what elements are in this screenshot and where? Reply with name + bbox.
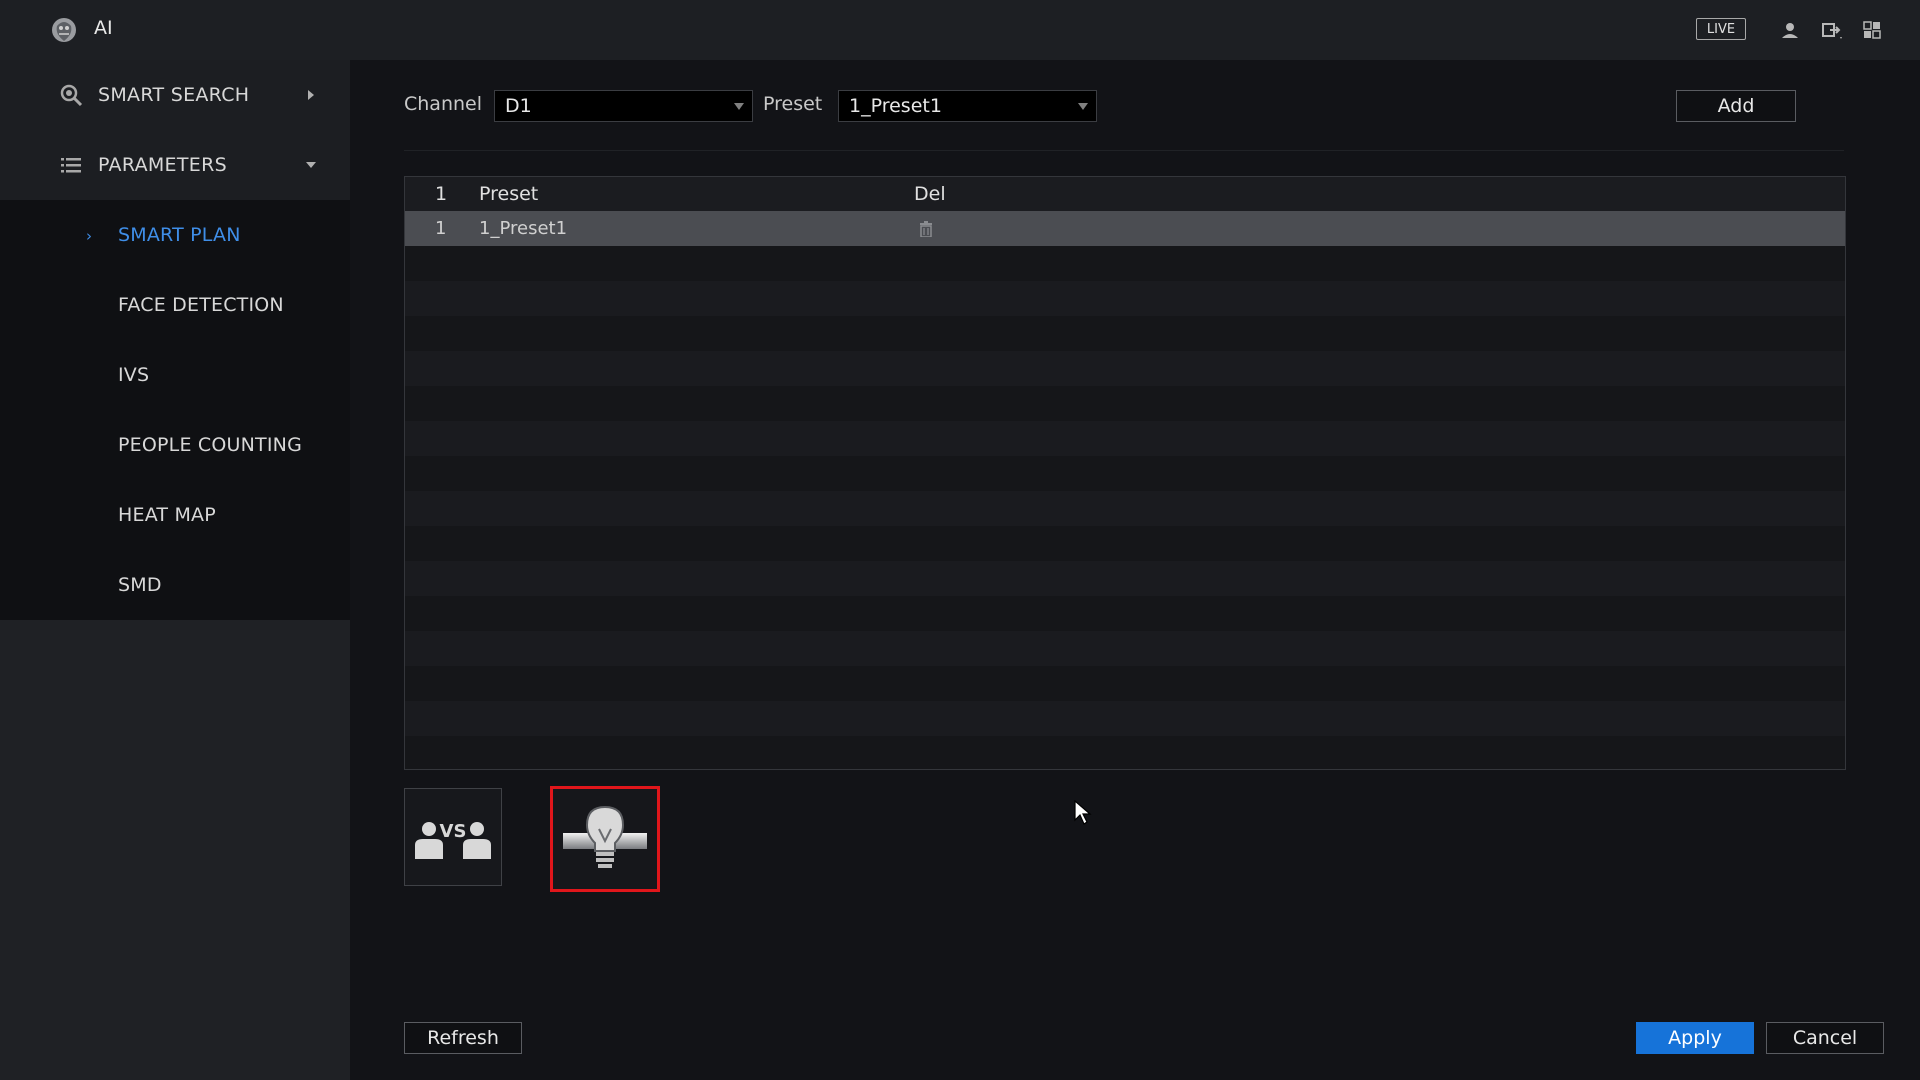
vs-text: VS xyxy=(440,821,467,842)
add-button[interactable]: Add xyxy=(1676,90,1796,122)
sidebar-item-label: PARAMETERS xyxy=(98,154,227,176)
table-row-empty xyxy=(405,246,1845,281)
top-bar: AI LIVE xyxy=(0,0,1920,60)
cancel-button[interactable]: Cancel xyxy=(1766,1022,1884,1054)
table-row-empty xyxy=(405,701,1845,736)
preset-label: Preset xyxy=(763,93,823,115)
trash-icon[interactable] xyxy=(919,221,933,237)
table-row-empty xyxy=(405,666,1845,701)
sidebar-menu: SMART SEARCH PARAMETERS xyxy=(0,60,350,200)
sidebar-item-people-counting[interactable]: PEOPLE COUNTING xyxy=(0,410,350,480)
ai-logo-icon xyxy=(52,18,76,42)
sidebar-item-label: PEOPLE COUNTING xyxy=(118,434,302,456)
table-row[interactable]: 1 1_Preset1 xyxy=(405,211,1845,246)
table-row-empty xyxy=(405,491,1845,526)
sidebar-item-label: IVS xyxy=(118,364,150,386)
sidebar-item-ivs[interactable]: IVS xyxy=(0,340,350,410)
column-header-index: 1 xyxy=(435,183,448,205)
people-counting-tool[interactable]: VS xyxy=(404,788,502,886)
row-index: 1 xyxy=(435,218,447,239)
table-row-empty xyxy=(405,736,1845,769)
live-button[interactable]: LIVE xyxy=(1696,18,1746,40)
table-row-empty xyxy=(405,386,1845,421)
chevron-down-icon xyxy=(734,103,744,110)
sidebar-item-label: SMART SEARCH xyxy=(98,84,250,106)
heat-map-tool[interactable] xyxy=(550,786,660,892)
table-row-empty xyxy=(405,596,1845,631)
preset-select[interactable]: 1_Preset1 xyxy=(838,90,1097,122)
main-panel: Channel D1 Preset 1_Preset1 Add 1 Preset… xyxy=(350,60,1920,1080)
app-title: AI xyxy=(94,17,113,39)
sidebar-item-smart-plan[interactable]: › SMART PLAN xyxy=(0,200,350,270)
preset-table: 1 Preset Del 1 1_Preset1 xyxy=(404,176,1846,770)
chevron-down-icon xyxy=(1078,103,1088,110)
apply-button[interactable]: Apply xyxy=(1636,1022,1754,1054)
table-row-empty xyxy=(405,561,1845,596)
refresh-button[interactable]: Refresh xyxy=(404,1022,522,1054)
sidebar-item-heat-map[interactable]: HEAT MAP xyxy=(0,480,350,550)
logout-icon[interactable] xyxy=(1820,18,1844,42)
column-header-del: Del xyxy=(914,183,946,205)
chevron-right-icon xyxy=(308,90,314,100)
row-preset: 1_Preset1 xyxy=(479,218,568,239)
table-row-empty xyxy=(405,456,1845,491)
ai-app-window: AI LIVE SMART SEARCH PARAMETERS › SMART … xyxy=(0,0,1920,1080)
table-row-empty xyxy=(405,281,1845,316)
sidebar-item-face-detection[interactable]: FACE DETECTION xyxy=(0,270,350,340)
table-row-empty xyxy=(405,316,1845,351)
table-row-empty xyxy=(405,421,1845,456)
sidebar: SMART SEARCH PARAMETERS › SMART PLAN FAC… xyxy=(0,60,350,1080)
table-row-empty xyxy=(405,631,1845,666)
sidebar-item-smd[interactable]: SMD xyxy=(0,550,350,620)
divider xyxy=(404,150,1844,151)
channel-label: Channel xyxy=(404,93,483,115)
sidebar-item-smart-search[interactable]: SMART SEARCH xyxy=(0,60,350,130)
column-header-preset: Preset xyxy=(479,183,539,205)
sidebar-item-label: SMART PLAN xyxy=(118,224,241,246)
sidebar-item-label: FACE DETECTION xyxy=(118,294,284,316)
list-icon xyxy=(61,158,81,173)
channel-select[interactable]: D1 xyxy=(494,90,753,122)
channel-value: D1 xyxy=(505,95,532,117)
preset-value: 1_Preset1 xyxy=(849,95,942,117)
chevron-down-icon xyxy=(306,162,316,168)
parameters-submenu: › SMART PLAN FACE DETECTION IVS PEOPLE C… xyxy=(0,200,350,620)
sidebar-item-label: SMD xyxy=(118,574,162,596)
table-header: 1 Preset Del xyxy=(405,177,1845,211)
table-row-empty xyxy=(405,526,1845,561)
sidebar-item-label: HEAT MAP xyxy=(118,504,216,526)
people-vs-icon: VS xyxy=(415,821,491,859)
table-row-empty xyxy=(405,351,1845,386)
mouse-cursor-icon xyxy=(1074,800,1092,825)
search-icon xyxy=(60,84,83,107)
sidebar-item-parameters[interactable]: PARAMETERS xyxy=(0,130,350,200)
chevron-right-icon: › xyxy=(86,227,92,245)
lightbulb-icon xyxy=(563,805,647,868)
grid-menu-icon[interactable] xyxy=(1860,18,1884,42)
user-icon[interactable] xyxy=(1778,18,1802,42)
